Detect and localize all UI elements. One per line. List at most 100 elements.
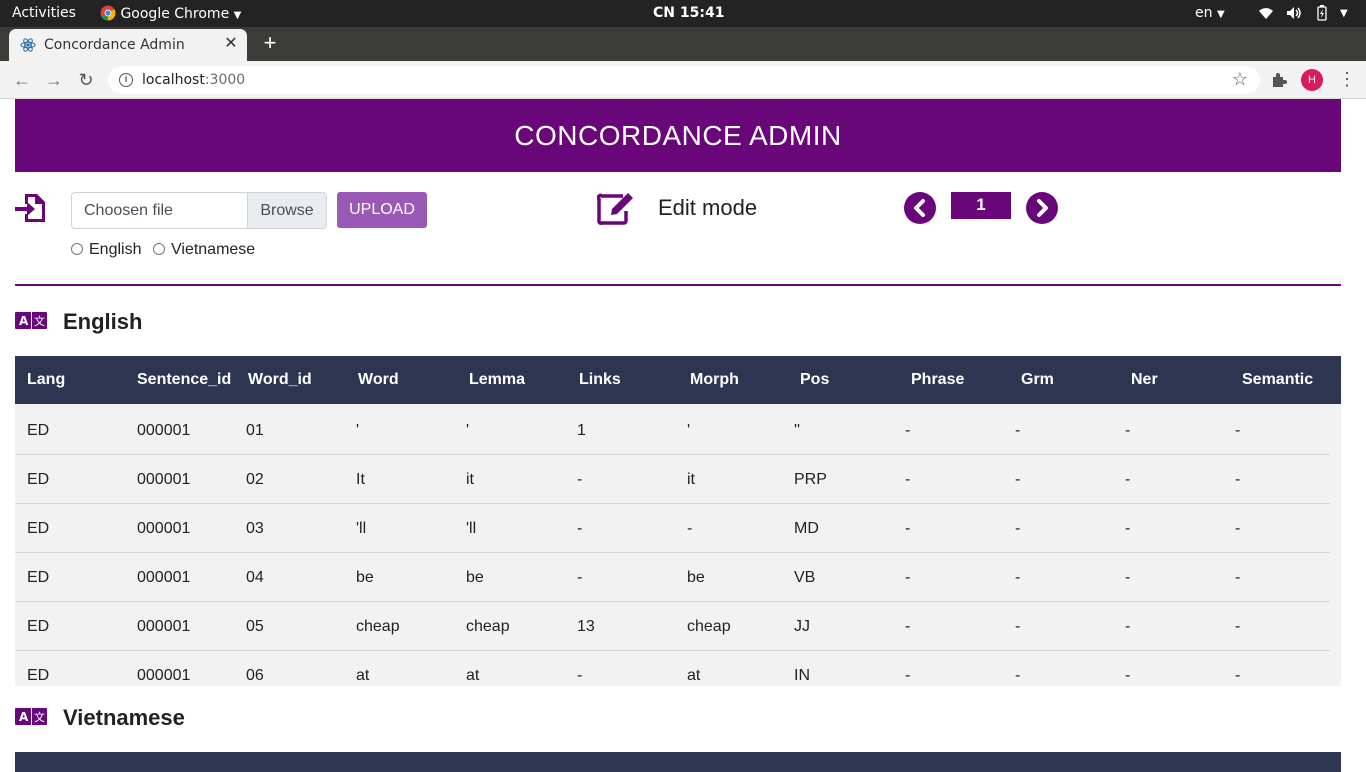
edit-icon[interactable] [597,191,635,226]
url-host: localhost [142,72,205,88]
avatar[interactable]: H [1301,69,1323,91]
table-row[interactable]: ED 000001 03 'll 'll - - MD - - - - [15,504,1330,553]
column-header-word-id[interactable]: Word_id [248,371,312,389]
table-cell: It [356,471,365,488]
table-cell: - [1235,471,1241,488]
language-indicator[interactable]: en ▼ [1195,5,1225,21]
table-cell: - [1235,667,1241,684]
column-header-pos[interactable]: Pos [800,371,829,389]
table-cell: MD [794,520,819,537]
upload-button[interactable]: UPLOAD [337,192,427,228]
divider [15,284,1341,286]
info-icon[interactable]: i [119,73,133,87]
more-menu-icon[interactable]: ⋮ [1338,70,1356,88]
volume-icon[interactable] [1286,6,1302,20]
close-icon[interactable]: ✕ [223,35,239,53]
table-row[interactable]: ED 000001 04 be be - be VB - - - - [15,553,1330,602]
column-header-morph[interactable]: Morph [690,371,739,389]
table-cell: 06 [246,667,264,684]
table-cell: - [1015,569,1021,586]
table-cell: - [1235,569,1241,586]
column-header-links[interactable]: Links [579,371,621,389]
extensions-icon[interactable] [1271,72,1287,88]
radio-vietnamese[interactable]: Vietnamese [153,241,255,259]
table-cell: '' [794,422,801,439]
table-cell: JJ [794,618,810,635]
table-cell: 03 [246,520,264,537]
radio-circle[interactable] [153,243,165,255]
app-menu[interactable]: Google Chrome ▼ [100,5,241,22]
translate-icon: A 文 [15,312,47,329]
table-cell: 'll [466,520,477,537]
column-header-sentence-id[interactable]: Sentence_id [137,371,231,389]
app-name: Google Chrome [120,6,230,22]
table-cell: IN [794,667,810,684]
table-cell: at [356,667,370,684]
tab-strip: Concordance Admin ✕ + [0,27,1366,61]
table-cell: - [577,520,583,537]
column-header-word[interactable]: Word [358,371,399,389]
column-header-semantic[interactable]: Semantic [1242,371,1313,389]
radio-vietnamese-label: Vietnamese [171,241,256,258]
table-cell: ED [27,667,50,684]
table-cell: 01 [246,422,264,439]
chevron-left-icon [914,199,925,217]
table-cell: be [356,569,374,586]
table-cell: - [577,569,583,586]
table-cell: 13 [577,618,595,635]
next-page-button[interactable] [1026,192,1058,224]
english-table: Lang Sentence_id Word_id Word Lemma Links Morp… [15,356,1341,686]
table-cell: ' [356,422,360,439]
table-cell: - [1125,471,1131,488]
back-icon[interactable]: ← [12,70,32,90]
section-title-vietnamese: Vietnamese [63,705,185,730]
edit-mode-label: Edit mode [658,195,758,220]
table-row[interactable]: ED 000001 06 at at - at IN - - - - [15,651,1330,686]
table-cell: - [905,471,911,488]
table-cell: ED [27,422,50,439]
radio-circle[interactable] [71,243,83,255]
table-cell: - [577,667,583,684]
table-cell: - [1015,471,1021,488]
table-row[interactable]: ED 000001 02 It it - it PRP - - - - [15,455,1330,504]
chevron-down-icon: ▼ [233,10,242,21]
table-cell: 000001 [137,422,191,439]
prev-page-button[interactable] [904,192,936,224]
column-header-lemma[interactable]: Lemma [469,371,525,389]
battery-icon[interactable] [1317,5,1327,21]
url-field[interactable]: i localhost:3000 ☆ [108,66,1260,94]
wifi-icon[interactable] [1258,6,1274,20]
table-cell: ' [466,422,470,439]
table-cell: 000001 [137,471,191,488]
bookmark-star-icon[interactable]: ☆ [1232,69,1248,90]
reload-icon[interactable]: ↻ [76,70,96,90]
column-header-phrase[interactable]: Phrase [911,371,964,389]
forward-icon[interactable]: → [44,70,64,90]
table-cell: at [466,667,480,684]
radio-english[interactable]: English [71,241,141,259]
table-cell: it [466,471,474,488]
table-cell: 000001 [137,569,191,586]
browse-button[interactable]: Browse [247,193,326,228]
column-header-lang[interactable]: Lang [27,371,65,389]
table-row[interactable]: ED 000001 01 ' ' 1 ' '' - - - - [15,406,1330,455]
tab-title: Concordance Admin [44,37,185,53]
table-cell: - [905,618,911,635]
section-title-english: English [63,309,143,334]
new-tab-button[interactable]: + [260,32,280,54]
page-number-field[interactable]: 1 [951,192,1011,219]
table-row[interactable]: ED 000001 05 cheap cheap 13 cheap JJ - - - - [15,602,1330,651]
file-chooser[interactable]: Choosen file Browse [71,192,327,229]
file-import-icon [15,194,45,222]
chevron-right-icon [1037,199,1048,217]
column-header-ner[interactable]: Ner [1131,371,1158,389]
chevron-down-icon[interactable]: ▼ [1340,8,1348,19]
table-cell: ' [687,422,691,439]
activities-button[interactable]: Activities [12,5,76,21]
react-icon [20,38,36,52]
table-cell: 02 [246,471,264,488]
clock[interactable]: CN 15:41 [653,5,724,21]
column-header-grm[interactable]: Grm [1021,371,1054,389]
tab-concordance-admin[interactable]: Concordance Admin ✕ [9,29,247,61]
url-port: :3000 [204,72,246,88]
